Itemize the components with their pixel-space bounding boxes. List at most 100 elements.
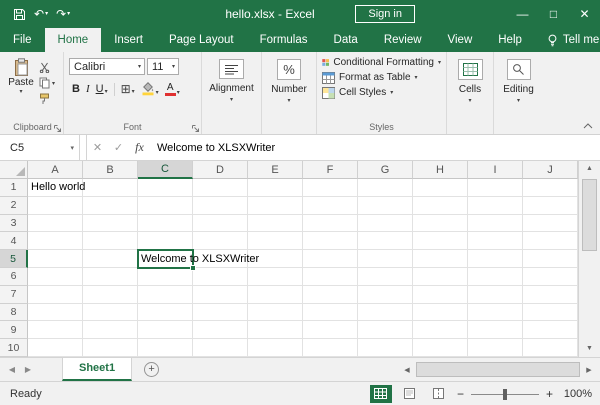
zoom-slider[interactable]	[471, 386, 539, 402]
tab-help[interactable]: Help	[485, 28, 535, 52]
cell-F8[interactable]	[303, 304, 358, 322]
insert-function-button[interactable]: fx	[129, 140, 150, 155]
cell-J2[interactable]	[523, 197, 578, 215]
cell-E4[interactable]	[248, 232, 303, 250]
cell-H10[interactable]	[413, 339, 468, 357]
cell-E8[interactable]	[248, 304, 303, 322]
cell-I5[interactable]	[468, 250, 523, 268]
cell-G7[interactable]	[358, 286, 413, 304]
cell-E10[interactable]	[248, 339, 303, 357]
cell-C8[interactable]	[138, 304, 193, 322]
save-button[interactable]	[10, 6, 29, 23]
cell-F5[interactable]	[303, 250, 358, 268]
cell-G4[interactable]	[358, 232, 413, 250]
column-header-I[interactable]: I	[468, 161, 523, 179]
cell-A10[interactable]	[28, 339, 83, 357]
cell-C7[interactable]	[138, 286, 193, 304]
conditional-formatting-button[interactable]: Conditional Formatting ▾	[320, 55, 443, 70]
cell-A8[interactable]	[28, 304, 83, 322]
row-header-7[interactable]: 7	[0, 286, 28, 304]
vertical-scrollbar[interactable]: ▲ ▼	[578, 161, 600, 357]
cell-E7[interactable]	[248, 286, 303, 304]
column-header-E[interactable]: E	[248, 161, 303, 179]
italic-button[interactable]: I	[86, 83, 90, 95]
row-header-6[interactable]: 6	[0, 268, 28, 286]
vertical-scroll-thumb[interactable]	[582, 179, 597, 251]
fill-color-button[interactable]: ▾	[141, 82, 159, 96]
cell-H8[interactable]	[413, 304, 468, 322]
cell-H9[interactable]	[413, 321, 468, 339]
alignment-group[interactable]: Alignment ▾	[202, 52, 262, 134]
cell-E9[interactable]	[248, 321, 303, 339]
horizontal-scroll-thumb[interactable]	[416, 362, 580, 377]
cell-A7[interactable]	[28, 286, 83, 304]
tell-me-button[interactable]: Tell me	[547, 28, 599, 52]
cell-I1[interactable]	[468, 179, 523, 197]
close-button[interactable]: ✕	[569, 0, 600, 28]
font-name-select[interactable]: Calibri ▾	[69, 58, 145, 75]
cell-B10[interactable]	[83, 339, 138, 357]
name-box[interactable]: C5 ▾	[0, 135, 80, 160]
cell-G10[interactable]	[358, 339, 413, 357]
sheet-nav-right-icon[interactable]: ▶	[20, 358, 36, 381]
cell-I10[interactable]	[468, 339, 523, 357]
undo-button[interactable]: ↶▾	[31, 6, 51, 22]
cell-E1[interactable]	[248, 179, 303, 197]
cell-D4[interactable]	[193, 232, 248, 250]
cell-styles-button[interactable]: Cell Styles ▾	[320, 85, 443, 100]
clipboard-dialog-launcher[interactable]	[54, 125, 61, 132]
scroll-left-button[interactable]: ◀	[399, 366, 415, 374]
cell-F6[interactable]	[303, 268, 358, 286]
name-box-dropdown-icon[interactable]: ▾	[70, 144, 74, 152]
cell-F2[interactable]	[303, 197, 358, 215]
cell-A2[interactable]	[28, 197, 83, 215]
cell-B4[interactable]	[83, 232, 138, 250]
cell-E6[interactable]	[248, 268, 303, 286]
cell-D7[interactable]	[193, 286, 248, 304]
number-group[interactable]: % Number ▾	[262, 52, 317, 134]
row-header-9[interactable]: 9	[0, 321, 28, 339]
cell-F10[interactable]	[303, 339, 358, 357]
cell-C9[interactable]	[138, 321, 193, 339]
cell-D8[interactable]	[193, 304, 248, 322]
cell-J1[interactable]	[523, 179, 578, 197]
cell-F4[interactable]	[303, 232, 358, 250]
cell-J6[interactable]	[523, 268, 578, 286]
enter-button[interactable]: ✓	[108, 141, 129, 154]
cell-G6[interactable]	[358, 268, 413, 286]
scroll-right-button[interactable]: ▶	[581, 366, 597, 374]
format-painter-button[interactable]	[39, 93, 55, 105]
cell-I9[interactable]	[468, 321, 523, 339]
column-header-H[interactable]: H	[413, 161, 468, 179]
scroll-up-button[interactable]: ▲	[586, 161, 593, 177]
cell-C1[interactable]	[138, 179, 193, 197]
redo-button[interactable]: ↷▾	[53, 6, 73, 22]
sign-in-button[interactable]: Sign in	[355, 5, 415, 23]
zoom-slider-thumb[interactable]	[503, 389, 507, 400]
cell-J4[interactable]	[523, 232, 578, 250]
sheet-tab-sheet1[interactable]: Sheet1	[62, 358, 132, 381]
cell-B5[interactable]	[83, 250, 138, 268]
cell-H3[interactable]	[413, 215, 468, 233]
cancel-button[interactable]: ✕	[87, 141, 108, 154]
column-header-J[interactable]: J	[523, 161, 578, 179]
cell-A3[interactable]	[28, 215, 83, 233]
cell-H5[interactable]	[413, 250, 468, 268]
cell-G8[interactable]	[358, 304, 413, 322]
tab-file[interactable]: File	[0, 28, 45, 52]
cell-I3[interactable]	[468, 215, 523, 233]
cell-B2[interactable]	[83, 197, 138, 215]
font-dialog-launcher[interactable]	[192, 125, 199, 132]
cell-H2[interactable]	[413, 197, 468, 215]
cell-I2[interactable]	[468, 197, 523, 215]
page-layout-view-button[interactable]	[399, 385, 421, 403]
tab-home[interactable]: Home	[45, 28, 102, 52]
column-header-F[interactable]: F	[303, 161, 358, 179]
cell-A1[interactable]: Hello world	[28, 179, 83, 197]
cell-J3[interactable]	[523, 215, 578, 233]
cell-F1[interactable]	[303, 179, 358, 197]
new-sheet-button[interactable]: +	[144, 362, 159, 377]
borders-button[interactable]: ⊞▾	[121, 84, 135, 95]
scroll-down-button[interactable]: ▼	[586, 341, 593, 357]
vertical-scroll-track[interactable]	[579, 177, 600, 341]
